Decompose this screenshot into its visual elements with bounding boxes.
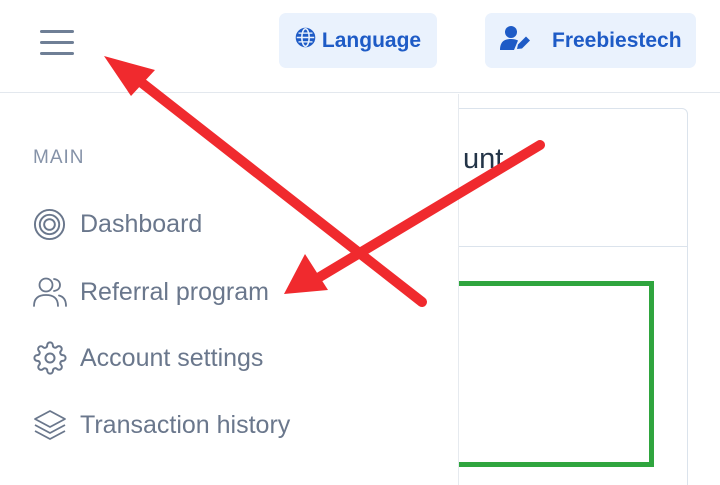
hamburger-line (40, 40, 74, 44)
user-name: Freebiestech (552, 28, 682, 52)
highlight-box (440, 281, 654, 467)
sidebar-item-label: Transaction history (80, 410, 291, 439)
language-label: Language (321, 28, 422, 52)
sidebar-item-label: Account settings (80, 343, 264, 372)
sidebar-item-referral-program[interactable]: Referral program (32, 272, 269, 312)
users-icon (32, 275, 67, 310)
top-header: Language Freebiestech (0, 0, 720, 93)
sidebar: MAIN Dashboard Referral program Account … (0, 94, 459, 485)
sidebar-item-transaction-history[interactable]: Transaction history (32, 405, 290, 445)
sidebar-item-label: Referral program (80, 277, 269, 306)
gear-icon (32, 341, 67, 376)
card-title: unt (421, 143, 687, 176)
globe-icon (295, 27, 316, 54)
language-button[interactable]: Language (279, 13, 437, 68)
hamburger-line (40, 51, 74, 55)
target-icon (32, 207, 67, 242)
layers-icon (32, 408, 67, 443)
user-menu-button[interactable]: Freebiestech (485, 13, 696, 68)
user-edit-icon (500, 25, 532, 57)
sidebar-item-account-settings[interactable]: Account settings (32, 338, 263, 378)
card-title-text: unt (463, 143, 504, 175)
section-label-main: MAIN (33, 147, 85, 168)
sidebar-item-label: Dashboard (80, 209, 203, 238)
card-divider (421, 246, 687, 247)
sidebar-item-dashboard[interactable]: Dashboard (32, 204, 202, 244)
hamburger-line (40, 29, 74, 33)
menu-toggle-button[interactable] (40, 26, 80, 58)
